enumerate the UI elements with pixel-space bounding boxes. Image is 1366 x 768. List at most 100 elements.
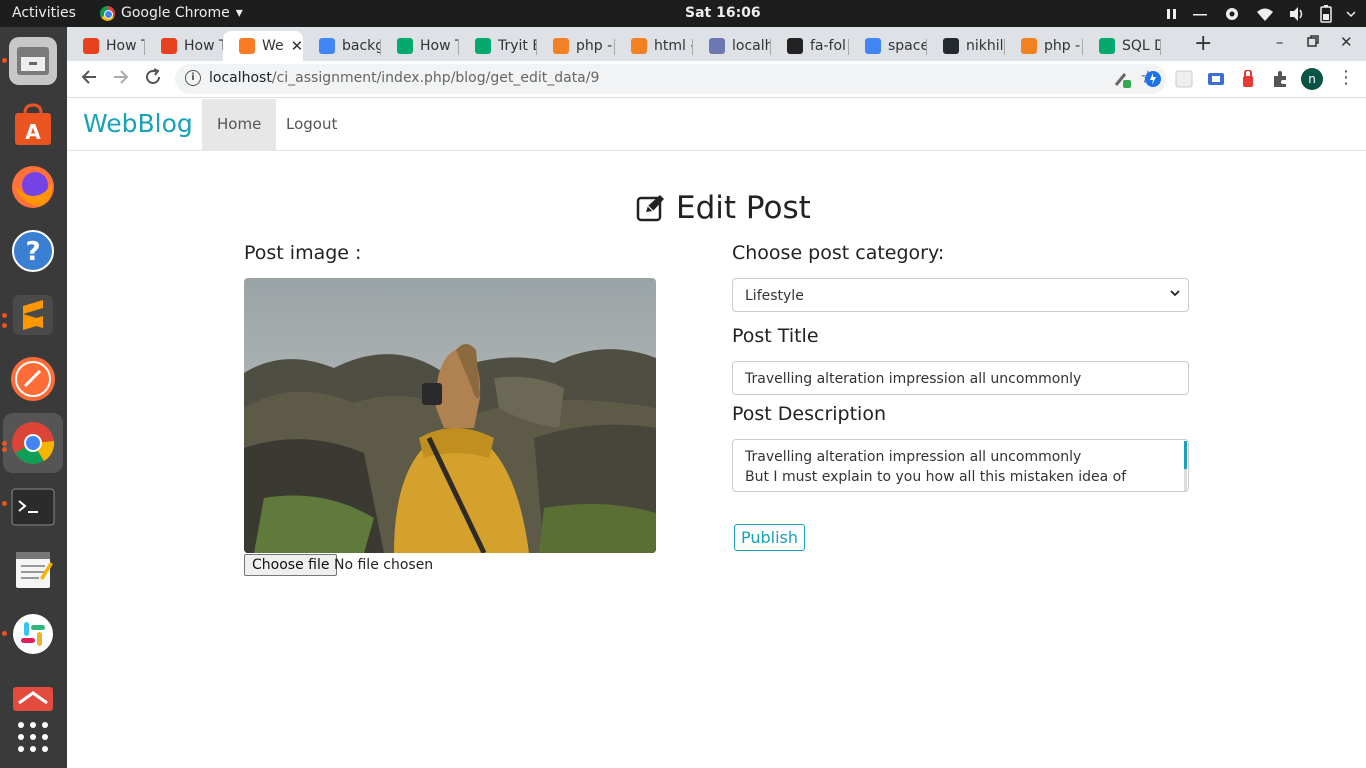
back-button[interactable] — [80, 68, 98, 91]
running-indicator — [2, 323, 7, 328]
extension-icon[interactable] — [1207, 70, 1225, 88]
browser-tab[interactable]: How T — [381, 31, 459, 61]
tab-strip: How T How T We ✕ backg How T Tryit E php - i htm… — [67, 27, 1366, 61]
category-selected-value: Lifestyle — [745, 288, 804, 304]
chrome-icon[interactable] — [3, 413, 63, 473]
browser-tab[interactable]: localh — [693, 31, 771, 61]
browser-tab[interactable]: SQL D — [1083, 31, 1161, 61]
post-title-label: Post Title — [732, 325, 819, 347]
profile-avatar[interactable]: n — [1301, 68, 1323, 90]
extensions-puzzle-icon[interactable] — [1271, 70, 1289, 88]
post-title-input[interactable]: Travelling alteration impression all unc… — [732, 361, 1189, 395]
extension-icon[interactable] — [1144, 70, 1162, 88]
tab-title: space — [888, 38, 927, 54]
clock[interactable]: Sat 16:06 — [685, 5, 761, 21]
extension-icon[interactable] — [1113, 70, 1131, 88]
browser-tab[interactable]: We ✕ — [223, 31, 303, 61]
category-select[interactable]: Lifestyle — [732, 278, 1189, 312]
sublime-text-icon[interactable] — [9, 291, 57, 339]
page-title-text: Edit Post — [676, 190, 811, 226]
tab-favicon-icon — [943, 38, 959, 54]
extension-icon[interactable] — [1239, 69, 1257, 88]
chevron-down-icon: ▾ — [235, 5, 243, 21]
system-tray[interactable] — [1166, 4, 1356, 24]
chevron-down-icon — [1170, 287, 1180, 301]
tab-title: How T — [184, 38, 223, 54]
extension-icon[interactable] — [1175, 70, 1193, 88]
tab-title: SQL D — [1122, 38, 1161, 54]
minimize-button[interactable]: – — [1276, 33, 1284, 51]
running-indicator — [2, 631, 7, 636]
new-tab-button[interactable]: + — [1194, 31, 1212, 56]
tab-title: nikhil — [966, 38, 1004, 54]
file-status-text: No file chosen — [334, 557, 434, 573]
textarea-scroll-track — [1184, 469, 1187, 491]
tab-favicon-icon — [319, 38, 335, 54]
nav-home-link[interactable]: Home — [202, 99, 277, 150]
choose-file-button[interactable]: Choose file — [244, 554, 338, 576]
textarea-scrollbar[interactable] — [1184, 441, 1187, 469]
terminal-icon[interactable] — [9, 483, 57, 531]
maximize-button[interactable] — [1307, 33, 1319, 51]
close-window-button[interactable]: ✕ — [1340, 33, 1353, 51]
tab-favicon-icon — [397, 38, 413, 54]
description-line: Travelling alteration impression all unc… — [745, 449, 1082, 465]
nav-logout-link[interactable]: Logout — [271, 99, 352, 150]
battery-icon — [1320, 5, 1332, 23]
system-top-bar: Activities Google Chrome ▾ Sat 16:06 — [0, 0, 1366, 27]
browser-tab[interactable]: How T — [67, 31, 145, 61]
browser-tab[interactable]: fa-fol — [771, 31, 849, 61]
browser-tab[interactable]: php - — [1005, 31, 1083, 61]
software-store-icon[interactable]: A — [9, 101, 57, 149]
chrome-app-icon — [100, 5, 115, 21]
browser-menu-icon[interactable]: ⋮ — [1337, 69, 1355, 88]
post-description-textarea[interactable]: Travelling alteration impression all unc… — [732, 439, 1189, 492]
tab-favicon-icon — [239, 38, 255, 54]
files-icon[interactable] — [9, 37, 57, 85]
forward-button[interactable] — [112, 68, 130, 91]
dash-icon — [1193, 14, 1207, 16]
browser-tab[interactable]: html - — [615, 31, 693, 61]
tab-title: Tryit E — [498, 38, 537, 54]
tab-separator — [1160, 39, 1161, 55]
post-description-label: Post Description — [732, 403, 887, 425]
site-info-icon[interactable]: i — [185, 70, 201, 86]
show-apps-icon[interactable] — [9, 713, 57, 761]
arrow-right-icon — [114, 70, 129, 84]
tab-title: How T — [420, 38, 459, 54]
description-line: But I must explain to you how all this m… — [745, 469, 1127, 485]
reload-icon — [146, 68, 160, 84]
browser-tab[interactable]: space — [849, 31, 927, 61]
app-menu[interactable]: Google Chrome ▾ — [100, 5, 243, 21]
tab-title: How T — [106, 38, 145, 54]
running-indicator — [2, 447, 7, 452]
publish-button[interactable]: Publish — [734, 524, 806, 551]
tab-favicon-icon — [475, 38, 491, 54]
slack-icon[interactable] — [9, 610, 57, 658]
post-title-value: Travelling alteration impression all unc… — [745, 371, 1082, 387]
pause-icon — [1167, 9, 1176, 19]
address-bar[interactable]: i localhost/ci_assignment/index.php/blog… — [175, 64, 1166, 94]
page-title: Edit Post — [636, 190, 811, 226]
browser-tab[interactable]: How T — [145, 31, 223, 61]
firefox-icon[interactable] — [9, 163, 57, 211]
post-image-label: Post image : — [244, 242, 362, 264]
browser-tab[interactable]: Tryit E — [459, 31, 537, 61]
browser-tab[interactable]: backg — [303, 31, 381, 61]
tab-favicon-icon — [1021, 38, 1037, 54]
help-icon[interactable]: ? — [9, 227, 57, 275]
ubuntu-dock: A ? — [0, 27, 67, 768]
text-editor-icon[interactable] — [9, 545, 57, 593]
browser-tab[interactable]: nikhil — [927, 31, 1005, 61]
activities-button[interactable]: Activities — [12, 5, 76, 21]
close-tab-icon[interactable]: ✕ — [291, 37, 303, 55]
postman-icon[interactable] — [9, 355, 57, 403]
browser-tab[interactable]: php - i — [537, 31, 615, 61]
reload-button[interactable] — [144, 68, 162, 91]
running-indicator — [2, 313, 7, 318]
svg-text:?: ? — [25, 237, 40, 267]
site-brand[interactable]: WebBlog — [83, 109, 193, 138]
tab-favicon-icon — [709, 38, 725, 54]
url-text[interactable]: localhost/ci_assignment/index.php/blog/g… — [209, 70, 599, 86]
tab-favicon-icon — [161, 38, 177, 54]
